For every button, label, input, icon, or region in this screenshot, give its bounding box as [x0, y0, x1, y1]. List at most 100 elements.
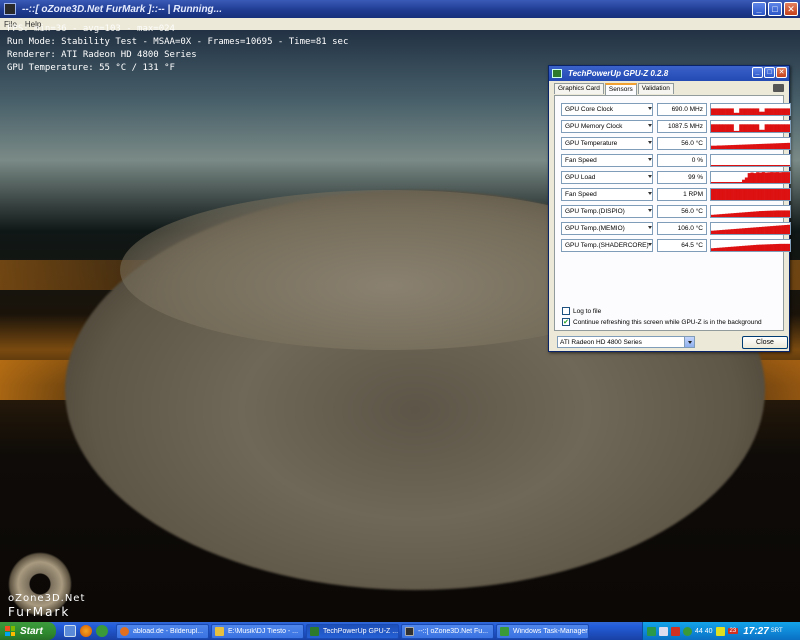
close-icon[interactable]: ✕: [784, 2, 798, 16]
clock[interactable]: 17:27: [743, 626, 769, 637]
sensor-graph-bar: [736, 165, 740, 166]
chevron-down-icon[interactable]: [684, 337, 694, 347]
taskbar-task[interactable]: TechPowerUp GPU-Z ...: [306, 623, 399, 639]
sensor-graph-bar: [764, 244, 768, 251]
sensor-graph-bar: [719, 189, 723, 200]
sensor-graph-bar: [784, 124, 788, 132]
log-to-file-checkbox[interactable]: Log to file: [562, 307, 601, 315]
dropdown-arrow-icon[interactable]: [648, 243, 652, 246]
sensor-graph-bar: [756, 227, 760, 234]
sensor-graph-bar: [778, 172, 782, 183]
close-button[interactable]: Close: [742, 336, 788, 349]
sensor-graph-bar: [756, 108, 760, 115]
tab-validation[interactable]: Validation: [637, 83, 674, 94]
show-desktop-icon[interactable]: [64, 625, 76, 637]
furmark-brand: oZone3D.Net FurMark: [8, 593, 85, 619]
taskbar-task[interactable]: abload.de - Bilderupl...: [116, 623, 209, 639]
camera-icon[interactable]: [773, 84, 784, 92]
sensor-graph-bar: [719, 145, 723, 149]
dropdown-arrow-icon[interactable]: [648, 175, 652, 178]
sensor-graph-bar: [784, 108, 788, 115]
dropdown-arrow-icon[interactable]: [648, 124, 652, 127]
sensor-name-dropdown[interactable]: Fan Speed: [561, 188, 653, 201]
sensor-graph-bar: [775, 172, 780, 183]
sensor-graph-bar: [742, 108, 746, 115]
sensor-name-dropdown[interactable]: GPU Temp.(DISPIO): [561, 205, 653, 218]
sensor-graph-bar: [758, 211, 763, 217]
sensor-graph-bar: [778, 165, 782, 166]
dropdown-arrow-icon[interactable]: [648, 158, 652, 161]
sensor-graph-bar: [770, 143, 774, 149]
tab-graphics-card[interactable]: Graphics Card: [554, 83, 604, 94]
antivirus-icon[interactable]: [671, 626, 680, 636]
sensor-graph-svg: [711, 243, 790, 251]
tab-sensors[interactable]: Sensors: [604, 83, 637, 95]
sensor-graph-bar: [739, 144, 743, 149]
sensor-row: GPU Temp.(DISPIO) 56.0 °C: [561, 205, 791, 219]
sensor-graph-bar: [713, 248, 717, 251]
continue-refresh-checkbox[interactable]: ✔ Continue refreshing this screen while …: [562, 318, 762, 326]
firefox-icon[interactable]: [80, 625, 92, 637]
sensor-graph-bar: [733, 144, 737, 149]
start-button[interactable]: Start: [0, 622, 56, 640]
minimize-icon[interactable]: _: [752, 2, 766, 16]
sensor-graph: [710, 154, 791, 167]
checkbox-box[interactable]: [562, 307, 570, 315]
sensor-graph-bar: [744, 124, 748, 132]
taskbar-task[interactable]: --::[ oZone3D.Net Fu...: [401, 623, 494, 639]
sensor-graph-bar: [770, 226, 774, 234]
sensor-graph-bar: [750, 227, 754, 234]
graphics-card-select[interactable]: ATI Radeon HD 4800 Series: [557, 336, 695, 348]
sensor-graph-bar: [778, 143, 782, 149]
sensor-graph-bar: [727, 182, 732, 183]
sensor-graph-bar: [758, 226, 763, 234]
dropdown-arrow-icon[interactable]: [648, 192, 652, 195]
sensor-name-dropdown[interactable]: GPU Core Clock: [561, 103, 653, 116]
dropdown-arrow-icon[interactable]: [648, 226, 652, 229]
sensor-graph: [710, 188, 791, 201]
gpu-tray-icon[interactable]: [715, 626, 725, 636]
sensor-name-dropdown[interactable]: GPU Temperature: [561, 137, 653, 150]
sensor-graph-bar: [727, 213, 732, 217]
gpuz-maximize-icon[interactable]: □: [764, 67, 775, 78]
sensor-graph-bar: [753, 227, 757, 234]
dropdown-arrow-icon[interactable]: [648, 209, 652, 212]
sensor-name-dropdown[interactable]: Fan Speed: [561, 154, 653, 167]
taskbar-task[interactable]: E:\Musik\DJ Tiesto - ...: [211, 623, 304, 639]
taskbar-task[interactable]: Windows Task-Manager: [496, 623, 589, 639]
sensor-name-dropdown[interactable]: GPU Temp.(SHADERCORE): [561, 239, 653, 252]
tray-readout: 44 40: [695, 627, 713, 635]
sensor-graph-bar: [778, 225, 782, 234]
sensor-graph-bar: [758, 244, 763, 251]
dropdown-arrow-icon[interactable]: [648, 141, 652, 144]
sensor-row: GPU Core Clock 690.0 MHz: [561, 103, 791, 117]
dropdown-arrow-icon[interactable]: [648, 107, 652, 110]
gpuz-close-icon[interactable]: ✕: [776, 67, 787, 78]
maximize-icon[interactable]: □: [768, 2, 782, 16]
checkmark-icon[interactable]: ✔: [562, 318, 570, 326]
messenger-tray-icon[interactable]: [683, 626, 692, 636]
sensor-graph-bar: [727, 108, 732, 115]
furmark-titlebar[interactable]: --::[ oZone3D.Net FurMark ]::-- | Runnin…: [0, 0, 800, 18]
gpuz-minimize-icon[interactable]: _: [752, 67, 763, 78]
sensor-graph-bar: [730, 246, 734, 251]
sensor-graph-bar: [787, 210, 790, 217]
volume-icon[interactable]: [659, 626, 668, 636]
sensor-graph-bar: [722, 213, 726, 217]
sensor-name-dropdown[interactable]: GPU Memory Clock: [561, 120, 653, 133]
sensor-graph-bar: [747, 227, 751, 234]
sensor-graph-bar: [747, 211, 751, 217]
network-icon[interactable]: [647, 626, 656, 636]
gpuz-titlebar[interactable]: TechPowerUp GPU-Z 0.2.8 _ □ ✕: [549, 66, 789, 81]
sensor-graph-bar: [753, 189, 757, 200]
messenger-icon[interactable]: [96, 625, 108, 637]
overlay-gpu-temperature: GPU Temperature: 55 °C / 131 °F: [7, 63, 175, 73]
sensor-graph-bar: [725, 145, 729, 149]
sensor-graph-bar: [719, 182, 723, 183]
sensor-graph-bar: [719, 214, 723, 217]
sensor-graph-bar: [761, 189, 765, 200]
sensor-graph: [710, 205, 791, 218]
sensor-graph-bar: [756, 244, 760, 251]
sensor-name-dropdown[interactable]: GPU Load: [561, 171, 653, 184]
sensor-name-dropdown[interactable]: GPU Temp.(MEMIO): [561, 222, 653, 235]
